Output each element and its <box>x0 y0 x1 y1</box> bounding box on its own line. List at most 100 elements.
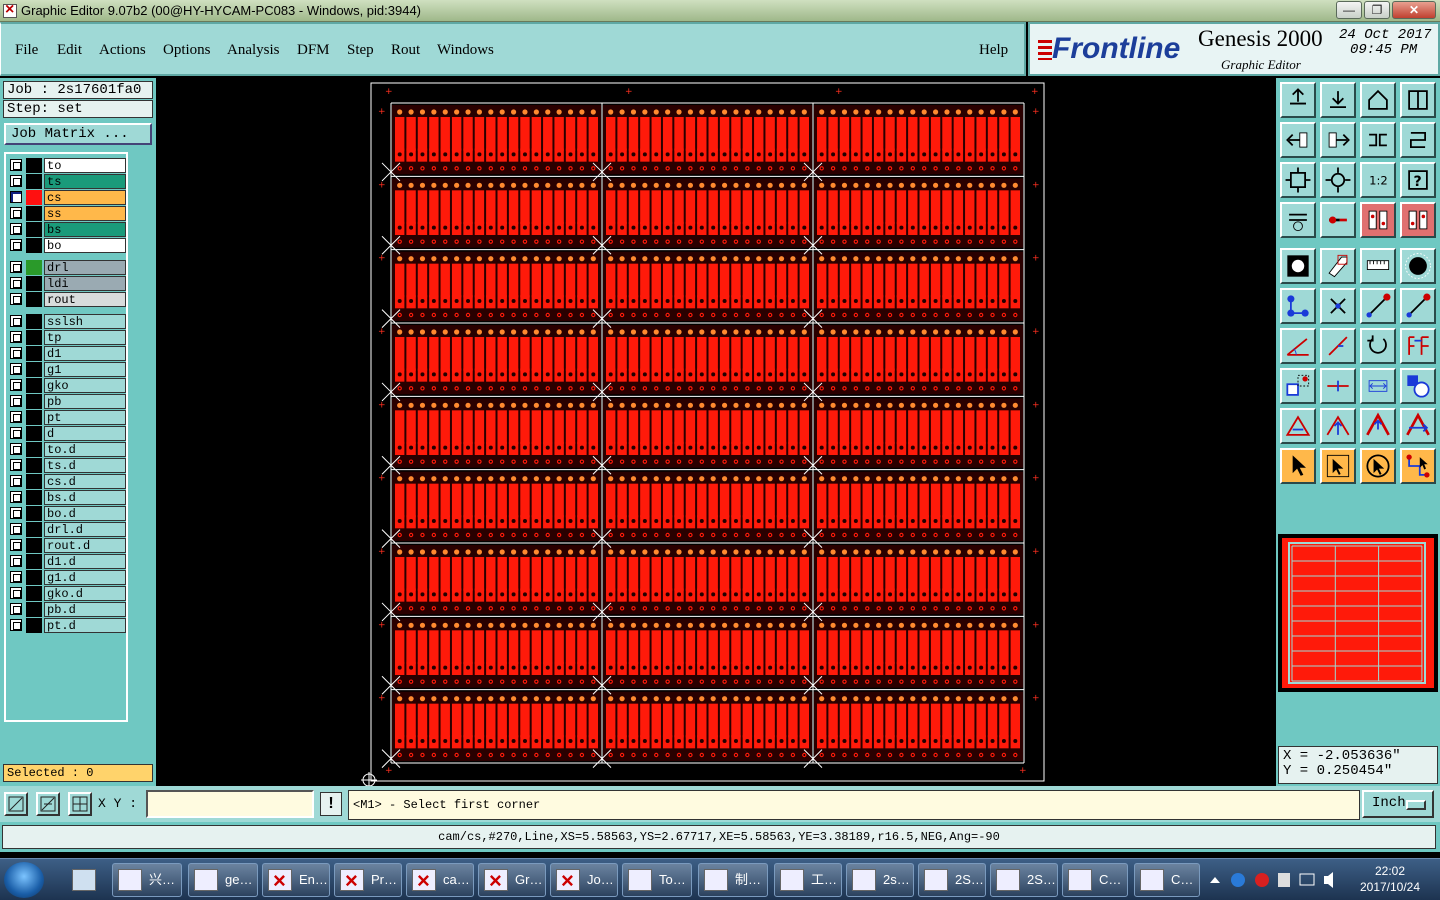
layer-checkbox[interactable] <box>10 277 22 289</box>
taskbar-app[interactable]: C… <box>1062 863 1128 897</box>
tray-icons[interactable] <box>1206 863 1340 897</box>
taskbar-app[interactable]: To… <box>622 863 692 897</box>
layer-checkbox[interactable] <box>10 347 22 359</box>
layer-name[interactable]: d <box>44 426 126 441</box>
layer-row-cs-d[interactable]: cs.d <box>8 474 126 489</box>
layer-name[interactable]: gko.d <box>44 586 126 601</box>
menu-options[interactable]: Options <box>163 42 211 59</box>
layer-color-swatch[interactable] <box>26 378 42 393</box>
layer-color-swatch[interactable] <box>26 570 42 585</box>
tool-button-corner[interactable] <box>1320 248 1356 284</box>
close-button[interactable]: ✕ <box>1392 1 1436 19</box>
layer-row-drl[interactable]: drl <box>8 260 126 275</box>
layer-checkbox[interactable] <box>10 443 22 455</box>
layer-name[interactable]: bo.d <box>44 506 126 521</box>
tool-button-arc-edit[interactable] <box>1360 408 1396 444</box>
taskbar-app[interactable]: 工… <box>774 863 842 897</box>
layer-color-swatch[interactable] <box>26 458 42 473</box>
layer-name[interactable]: pb <box>44 394 126 409</box>
layer-color-swatch[interactable] <box>26 174 42 189</box>
layer-row-pb[interactable]: pb <box>8 394 126 409</box>
layer-name[interactable]: cs.d <box>44 474 126 489</box>
layer-row-pt-d[interactable]: pt.d <box>8 618 126 633</box>
layer-row-rout[interactable]: rout <box>8 292 126 307</box>
tool-button-move[interactable] <box>1280 288 1316 324</box>
layer-color-swatch[interactable] <box>26 362 42 377</box>
layer-name[interactable]: bo <box>44 238 126 253</box>
tool-button-probe[interactable] <box>1320 202 1356 238</box>
layer-name[interactable]: drl <box>44 260 126 275</box>
layer-checkbox[interactable] <box>10 239 22 251</box>
taskbar-app[interactable]: En… <box>262 863 330 897</box>
layer-color-swatch[interactable] <box>26 394 42 409</box>
layer-checkbox[interactable] <box>10 427 22 439</box>
layer-row-d[interactable]: d <box>8 426 126 441</box>
taskbar-app[interactable]: 2s… <box>846 863 914 897</box>
layer-row-bo-d[interactable]: bo.d <box>8 506 126 521</box>
tool-button-circle[interactable] <box>1400 248 1436 284</box>
layer-row-pt[interactable]: pt <box>8 410 126 425</box>
layer-name[interactable]: rout.d <box>44 538 126 553</box>
layer-checkbox[interactable] <box>10 523 22 535</box>
layer-color-swatch[interactable] <box>26 554 42 569</box>
layer-row-to-d[interactable]: to.d <box>8 442 126 457</box>
tool-button-text[interactable] <box>1400 328 1436 364</box>
tool-button-pan-down[interactable] <box>1320 82 1356 118</box>
layer-row-d1[interactable]: d1 <box>8 346 126 361</box>
tool-button-window[interactable] <box>1400 82 1436 118</box>
taskbar-app[interactable]: Pr… <box>334 863 402 897</box>
layer-row-g1[interactable]: g1 <box>8 362 126 377</box>
layer-color-swatch[interactable] <box>26 314 42 329</box>
layer-row-bs[interactable]: bs <box>8 222 126 237</box>
layer-checkbox[interactable] <box>10 293 22 305</box>
maximize-button[interactable]: ❐ <box>1364 1 1390 19</box>
taskbar-app[interactable]: Gr… <box>478 863 546 897</box>
snap-mode-icon[interactable] <box>36 792 60 816</box>
graphic-canvas[interactable]: + + + + + + + + + + + + + + + + + + + + + + + + <box>156 78 1276 788</box>
layer-row-gko-d[interactable]: gko.d <box>8 586 126 601</box>
tool-button-pan-right[interactable] <box>1320 122 1356 158</box>
overview-map-view[interactable] <box>1278 534 1438 692</box>
layer-name[interactable]: sslsh <box>44 314 126 329</box>
tool-button-measure[interactable] <box>1280 202 1316 238</box>
layer-color-swatch[interactable] <box>26 602 42 617</box>
taskbar-app[interactable]: C… <box>1134 863 1200 897</box>
taskbar-app[interactable]: ge… <box>188 863 258 897</box>
tool-button-home[interactable] <box>1280 82 1316 118</box>
tool-button-help[interactable]: ? <box>1400 162 1436 198</box>
tool-button-scale[interactable]: 1:2 <box>1360 162 1396 198</box>
layer-name[interactable]: pb.d <box>44 602 126 617</box>
layer-name[interactable]: tp <box>44 330 126 345</box>
layer-name[interactable]: g1 <box>44 362 126 377</box>
tool-button-flip[interactable] <box>1360 122 1396 158</box>
layer-checkbox[interactable] <box>10 603 22 615</box>
tool-button-pointer[interactable] <box>1280 448 1316 484</box>
layer-color-swatch[interactable] <box>26 158 42 173</box>
layer-checkbox[interactable] <box>10 331 22 343</box>
layer-name[interactable]: bs.d <box>44 490 126 505</box>
menu-edit[interactable]: Edit <box>57 42 82 59</box>
layer-checkbox[interactable] <box>10 539 22 551</box>
tool-button-arc-select[interactable] <box>1320 408 1356 444</box>
grid-icon[interactable] <box>68 792 92 816</box>
layer-checkbox[interactable] <box>10 619 22 631</box>
layer-checkbox[interactable] <box>10 587 22 599</box>
layer-row-sslsh[interactable]: sslsh <box>8 314 126 329</box>
tool-button-pointer-box[interactable] <box>1320 448 1356 484</box>
tool-button-layer-compare[interactable] <box>1360 202 1396 238</box>
layer-checkbox[interactable] <box>10 491 22 503</box>
layer-row-g1-d[interactable]: g1.d <box>8 570 126 585</box>
tool-button-dimension[interactable] <box>1360 368 1396 404</box>
tool-button-layer-compare-2[interactable] <box>1400 202 1436 238</box>
tool-button-arc-move[interactable] <box>1400 408 1436 444</box>
tool-button-snap[interactable] <box>1400 122 1436 158</box>
taskbar-app[interactable]: 制… <box>698 863 768 897</box>
layer-row-bo[interactable]: bo <box>8 238 126 253</box>
layer-row-tp[interactable]: tp <box>8 330 126 345</box>
layer-row-to[interactable]: to <box>8 158 126 173</box>
select-mode-icon[interactable] <box>4 792 28 816</box>
taskbar-app[interactable]: 2S… <box>990 863 1058 897</box>
overview-map[interactable] <box>1278 534 1438 692</box>
layer-color-swatch[interactable] <box>26 292 42 307</box>
layer-name[interactable]: to.d <box>44 442 126 457</box>
